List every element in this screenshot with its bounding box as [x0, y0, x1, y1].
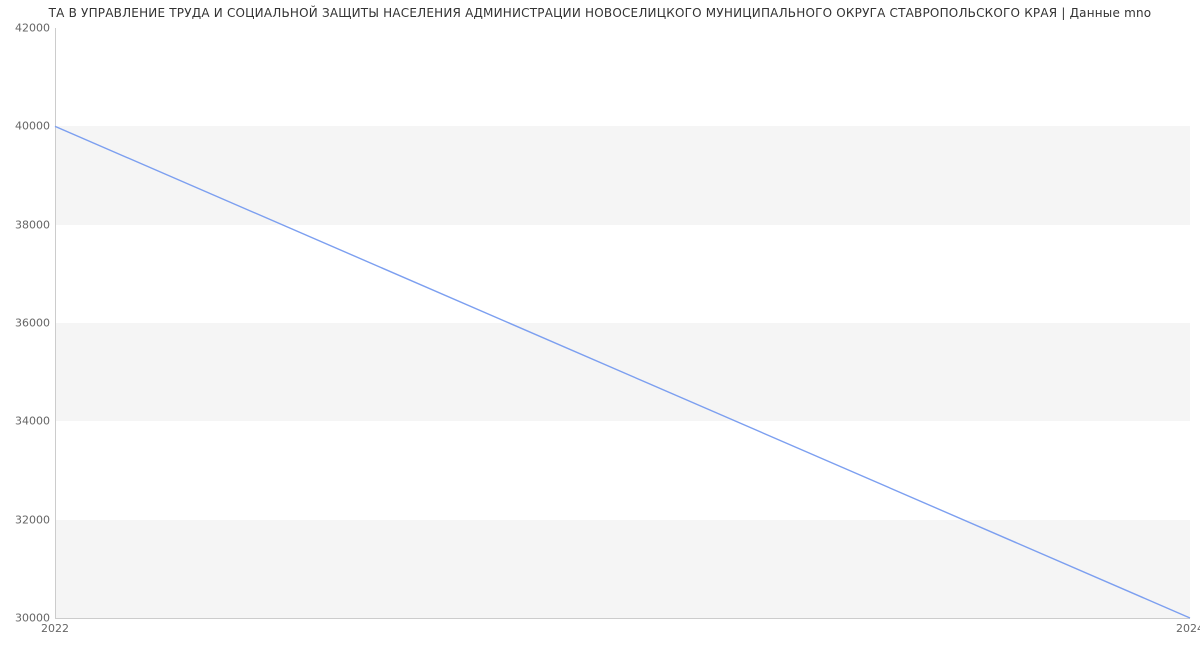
x-tick-label: 2024 — [1176, 622, 1200, 635]
y-tick-label: 36000 — [5, 317, 50, 330]
data-series-line — [55, 126, 1190, 618]
chart-title: ТА В УПРАВЛЕНИЕ ТРУДА И СОЦИАЛЬНОЙ ЗАЩИТ… — [0, 6, 1200, 20]
y-tick-label: 38000 — [5, 218, 50, 231]
y-tick-label: 42000 — [5, 22, 50, 35]
y-tick-label: 40000 — [5, 120, 50, 133]
y-tick-label: 32000 — [5, 513, 50, 526]
x-tick-label: 2022 — [41, 622, 69, 635]
chart-plot-area — [55, 28, 1190, 618]
x-axis-line — [55, 618, 1190, 619]
y-tick-label: 34000 — [5, 415, 50, 428]
